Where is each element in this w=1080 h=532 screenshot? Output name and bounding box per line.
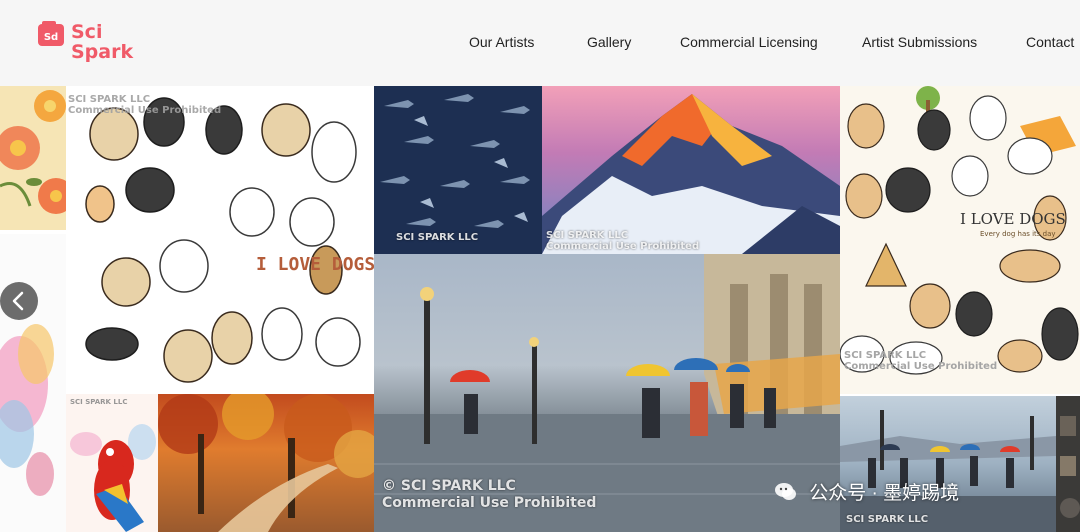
- watermark: SCI SPARK LLC: [70, 398, 128, 406]
- watermark: SCI SPARK LLC Commercial Use Prohibited: [68, 94, 222, 116]
- watermark: SCI SPARK LLC: [846, 514, 929, 525]
- gallery-tile-dogs-sticker-sheet[interactable]: I LOVE DOGS SCI SPARK LLC Commercial Use…: [66, 86, 374, 392]
- watermark: SCI SPARK LLC Commercial Use Prohibited: [546, 230, 700, 252]
- gallery-tile-paris-rain-street[interactable]: © SCI SPARK LLC Commercial Use Prohibite…: [374, 254, 840, 532]
- mountain-icon: [542, 94, 840, 254]
- tree-icon: [158, 394, 374, 532]
- gallery-grid: I LOVE DOGS SCI SPARK LLC Commercial Use…: [0, 86, 1080, 532]
- shark-icon: [380, 94, 530, 228]
- flower-icon: [0, 90, 66, 214]
- wechat-overlay-text: 公众号 · 墨婷踢境: [809, 483, 960, 504]
- gallery-tile-autumn-forest[interactable]: [158, 394, 374, 532]
- gallery-tile-parrot[interactable]: SCI SPARK LLC: [66, 394, 158, 532]
- gallery-tile-edge[interactable]: [1056, 396, 1080, 532]
- gallery-tile-mountain-sunset[interactable]: SCI SPARK LLC Commercial Use Prohibited: [542, 86, 840, 254]
- carousel-prev-button[interactable]: [0, 282, 38, 320]
- chevron-left-icon: [12, 291, 24, 311]
- gallery-tile-floral-watercolor[interactable]: [0, 234, 66, 532]
- nav-artist-submissions[interactable]: Artist Submissions: [862, 34, 977, 50]
- gallery-tile-rainy-riverside[interactable]: SCI SPARK LLC: [840, 396, 1056, 532]
- i-love-dogs-text: I LOVE DOGS: [256, 254, 374, 275]
- gallery-tile-floral-pattern[interactable]: [0, 86, 66, 230]
- nav-commercial-licensing[interactable]: Commercial Licensing: [680, 34, 818, 50]
- nav-contact[interactable]: Contact: [1026, 34, 1074, 50]
- parrot-icon: [70, 424, 156, 532]
- watermark: SCI SPARK LLC Commercial Use Prohibited: [844, 350, 998, 372]
- umbrella-icon: [840, 410, 1056, 532]
- gallery-tile-shark-pattern[interactable]: SCI SPARK LLC: [374, 86, 542, 254]
- watermark: SCI SPARK LLC: [396, 232, 479, 243]
- dog-tagline-text: Every dog has its day: [980, 230, 1056, 238]
- wechat-icon: [775, 482, 796, 500]
- watercolor-icon: [0, 324, 54, 496]
- nav-our-artists[interactable]: Our Artists: [469, 34, 534, 50]
- main-nav: Our Artists Gallery Commercial Licensing…: [0, 34, 1080, 54]
- gallery-tile-dogs-park-sheet[interactable]: I LOVE DOGS Every dog has its day SCI SP…: [840, 86, 1080, 394]
- i-love-dogs-text: I LOVE DOGS: [960, 210, 1066, 228]
- shelf-icon: [1060, 416, 1080, 518]
- dog-illustrations: I LOVE DOGS: [85, 97, 374, 383]
- watermark: © SCI SPARK LLC Commercial Use Prohibite…: [382, 478, 597, 511]
- site-header: Sd Sci Spark Our Artists Gallery Commerc…: [0, 0, 1080, 86]
- wechat-overlay: 公众号 · 墨婷踢境: [774, 478, 959, 504]
- dog-illustrations: I LOVE DOGS Every dog has its day: [840, 86, 1079, 375]
- nav-gallery[interactable]: Gallery: [587, 34, 631, 50]
